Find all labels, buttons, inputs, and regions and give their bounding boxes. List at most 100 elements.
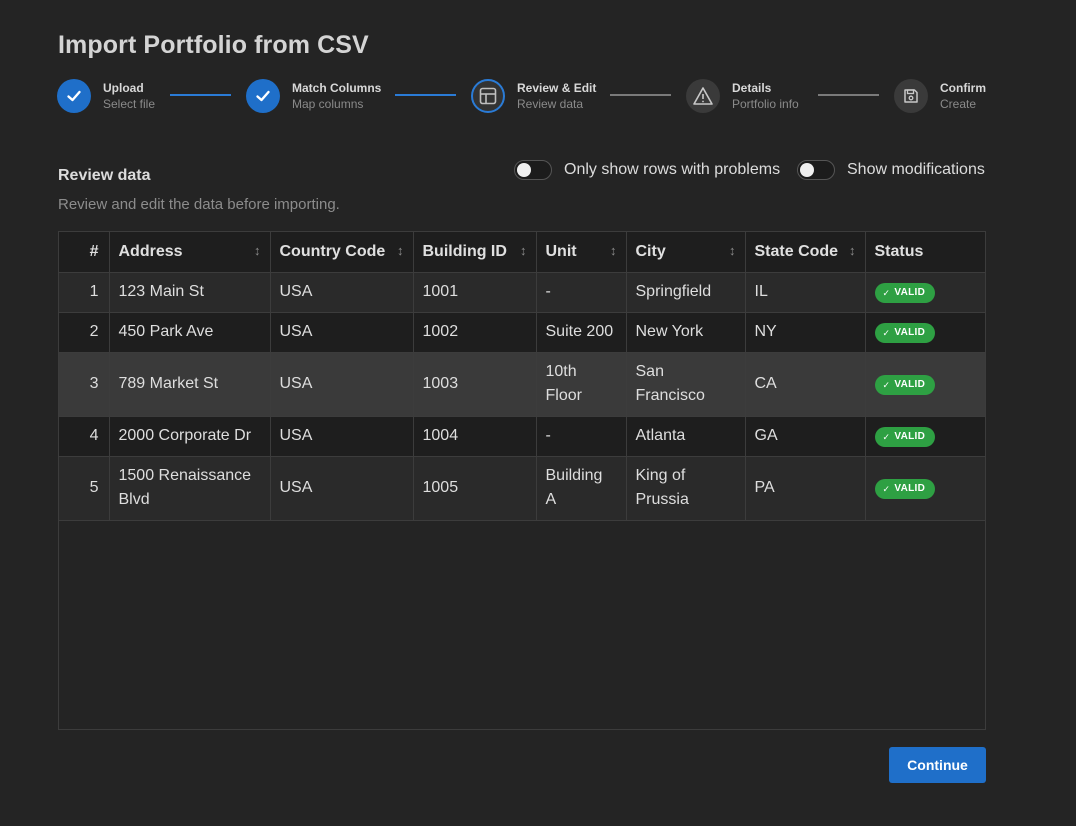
cell-unit[interactable]: Building A (536, 456, 627, 521)
step-subtitle: Portfolio info (732, 96, 799, 111)
cell-address[interactable]: 2000 Corporate Dr (109, 416, 271, 457)
status-badge: ✓ VALID (874, 479, 936, 499)
sort-icon[interactable]: ↕ (849, 243, 856, 258)
continue-button[interactable]: Continue (889, 747, 986, 783)
cell-country-code[interactable]: USA (270, 272, 414, 313)
status-badge: ✓ VALID (874, 375, 936, 395)
cell-number: 4 (59, 416, 110, 457)
check-icon: ✓ (882, 288, 891, 298)
toggle-show-modifications[interactable]: Show modifications (797, 160, 985, 180)
review-table: # Address ↕ Country Code ↕ Building ID ↕ Un… (59, 232, 985, 521)
sort-icon[interactable]: ↕ (397, 243, 404, 258)
column-header-state-code[interactable]: State Code ↕ (745, 232, 866, 273)
column-header-country-code[interactable]: Country Code ↕ (270, 232, 414, 273)
cell-country-code[interactable]: USA (270, 416, 414, 457)
toggle-switch[interactable] (797, 160, 835, 180)
table-row[interactable]: 1 123 Main St USA 1001 - Springfield IL … (59, 272, 985, 313)
toggle-knob (800, 163, 814, 177)
toggle-knob (517, 163, 531, 177)
step-connector (170, 94, 231, 96)
cell-country-code[interactable]: USA (270, 312, 414, 353)
cell-building-id[interactable]: 1001 (413, 272, 537, 313)
check-icon (57, 79, 91, 113)
cell-state-code[interactable]: IL (745, 272, 866, 313)
cell-state-code[interactable]: NY (745, 312, 866, 353)
step-connector (818, 94, 879, 96)
toggle-switch[interactable] (514, 160, 552, 180)
check-icon: ✓ (882, 432, 891, 442)
cell-unit[interactable]: 10th Floor (536, 352, 627, 417)
cell-building-id[interactable]: 1005 (413, 456, 537, 521)
step-subtitle: Select file (103, 96, 156, 111)
cell-city[interactable]: Atlanta (626, 416, 746, 457)
cell-building-id[interactable]: 1002 (413, 312, 537, 353)
cell-building-id[interactable]: 1004 (413, 416, 537, 457)
cell-status: ✓ VALID (865, 352, 985, 417)
column-header-building-id[interactable]: Building ID ↕ (413, 232, 537, 273)
step-upload: Upload Select file (57, 78, 155, 114)
cell-country-code[interactable]: USA (270, 352, 414, 417)
toggle-label: Show modifications (847, 161, 985, 178)
cell-address[interactable]: 123 Main St (109, 272, 271, 313)
cell-city[interactable]: New York (626, 312, 746, 353)
column-header-number: # (59, 232, 110, 273)
sort-icon[interactable]: ↕ (254, 243, 261, 258)
step-subtitle: Review data (517, 96, 584, 111)
cell-status: ✓ VALID (865, 456, 985, 521)
status-badge: ✓ VALID (874, 323, 936, 343)
check-icon (246, 79, 280, 113)
cell-status: ✓ VALID (865, 272, 985, 313)
cell-city[interactable]: King of Prussia (626, 456, 746, 521)
status-badge: ✓ VALID (874, 283, 936, 303)
cell-number: 5 (59, 456, 110, 521)
column-header-status: Status (865, 232, 985, 273)
step-review-edit: Review & Edit Review data (471, 78, 596, 114)
cell-state-code[interactable]: CA (745, 352, 866, 417)
table-row[interactable]: 5 1500 Renaissance Blvd USA 1005 Buildin… (59, 456, 985, 521)
cell-status: ✓ VALID (865, 312, 985, 353)
table-row[interactable]: 4 2000 Corporate Dr USA 1004 - Atlanta G… (59, 416, 985, 457)
cell-address[interactable]: 450 Park Ave (109, 312, 271, 353)
step-details: Details Portfolio info (686, 78, 799, 114)
cell-unit[interactable]: Suite 200 (536, 312, 627, 353)
step-subtitle: Map columns (292, 96, 364, 111)
table-row[interactable]: 3 789 Market St USA 1003 10th Floor San … (59, 352, 985, 417)
column-header-city[interactable]: City ↕ (626, 232, 746, 273)
cell-address[interactable]: 789 Market St (109, 352, 271, 417)
cell-city[interactable]: Springfield (626, 272, 746, 313)
step-subtitle: Create (940, 96, 977, 111)
cell-number: 2 (59, 312, 110, 353)
toggle-problems-only[interactable]: Only show rows with problems (514, 160, 780, 180)
section-description: Review and edit the data before importin… (58, 196, 340, 213)
sort-icon[interactable]: ↕ (610, 243, 617, 258)
cell-state-code[interactable]: GA (745, 416, 866, 457)
cell-country-code[interactable]: USA (270, 456, 414, 521)
cell-number: 3 (59, 352, 110, 417)
table-icon (471, 79, 505, 113)
step-title: Confirm (940, 80, 986, 95)
section-title: Review data (58, 167, 151, 184)
cell-address[interactable]: 1500 Renaissance Blvd (109, 456, 271, 521)
cell-building-id[interactable]: 1003 (413, 352, 537, 417)
step-connector (395, 94, 456, 96)
page-title: Import Portfolio from CSV (58, 31, 369, 59)
import-stepper: Upload Select file Match Columns Map col… (57, 78, 987, 114)
step-title: Details (732, 80, 772, 95)
cell-city[interactable]: San Francisco (626, 352, 746, 417)
review-table-container[interactable]: # Address ↕ Country Code ↕ Building ID ↕ Un… (58, 231, 986, 730)
step-match-columns: Match Columns Map columns (246, 78, 381, 114)
cell-unit[interactable]: - (536, 416, 627, 457)
sort-icon[interactable]: ↕ (520, 243, 527, 258)
warning-icon (686, 79, 720, 113)
column-header-address[interactable]: Address ↕ (109, 232, 271, 273)
check-icon: ✓ (882, 484, 891, 494)
cell-unit[interactable]: - (536, 272, 627, 313)
cell-state-code[interactable]: PA (745, 456, 866, 521)
table-row[interactable]: 2 450 Park Ave USA 1002 Suite 200 New Yo… (59, 312, 985, 353)
column-header-unit[interactable]: Unit ↕ (536, 232, 627, 273)
toggle-label: Only show rows with problems (564, 161, 781, 178)
step-title: Review & Edit (517, 80, 597, 95)
check-icon: ✓ (882, 380, 891, 390)
step-confirm: Confirm Create (894, 78, 986, 114)
sort-icon[interactable]: ↕ (729, 243, 736, 258)
